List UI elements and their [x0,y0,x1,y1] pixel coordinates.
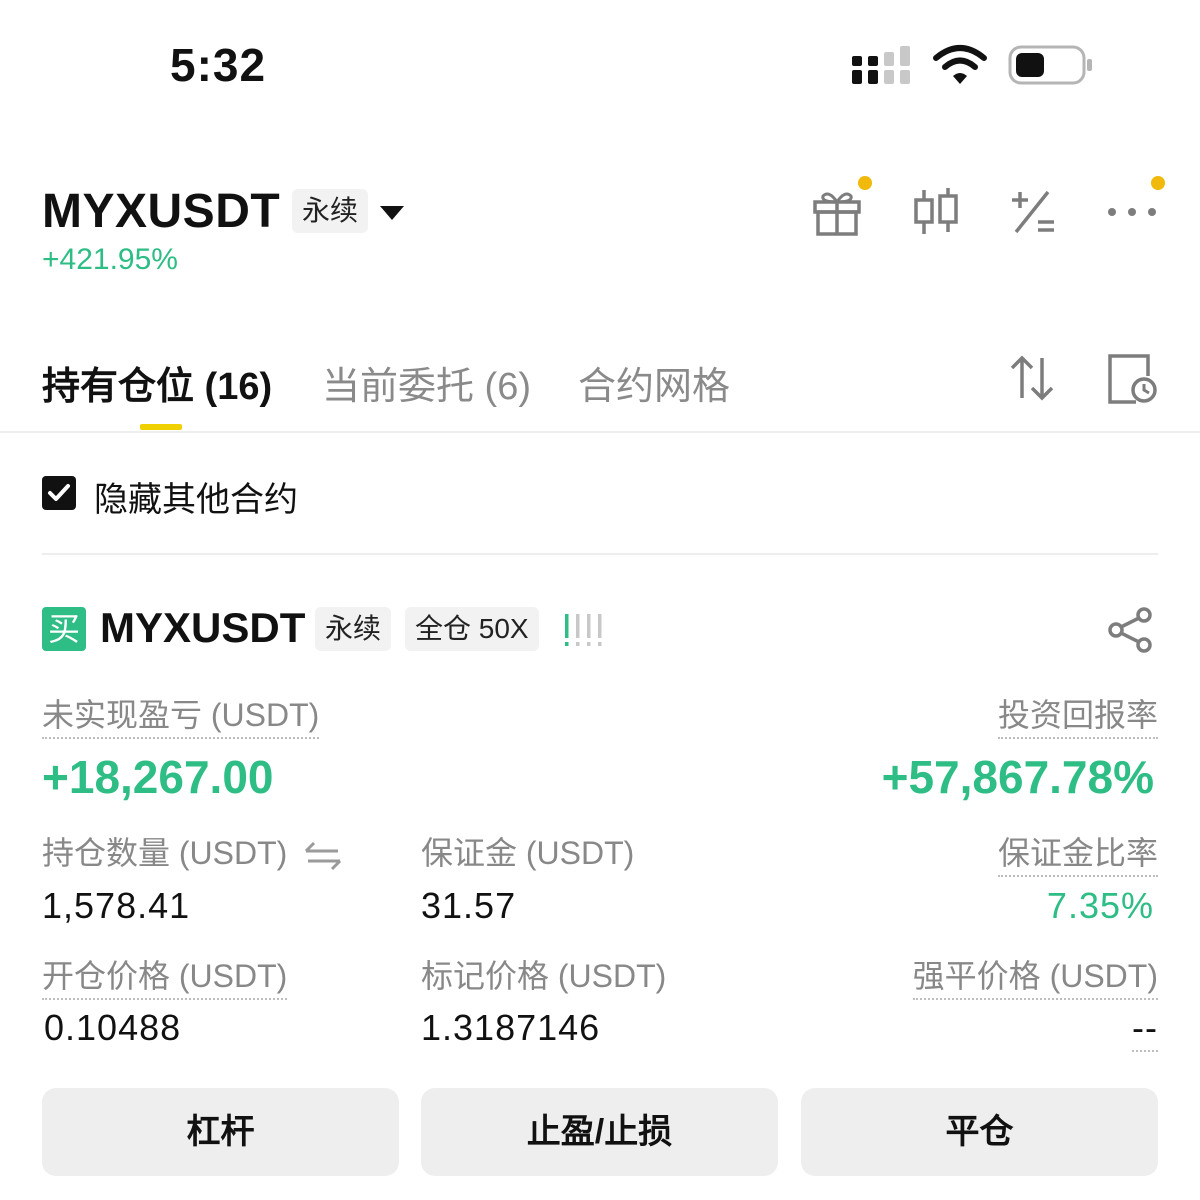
margin-value: 31.57 [421,885,517,926]
active-tab-indicator [140,424,182,430]
section-divider [42,553,1158,555]
unrealized-pnl-label[interactable]: 未实现盈亏 (USDT) [42,695,320,739]
leverage-button[interactable]: 杠杆 [42,1088,399,1176]
status-time: 5:32 [170,39,267,91]
calculator-icon[interactable] [1008,186,1060,238]
side-badge: 买 [42,607,86,651]
gift-icon[interactable] [811,186,863,238]
caret-down-icon[interactable] [378,204,406,222]
roi-label[interactable]: 投资回报率 [997,695,1158,739]
entry-price-label[interactable]: 开仓价格 (USDT) [42,956,288,1000]
wifi-icon [933,45,987,84]
contract-type-tag: 永续 [292,189,369,233]
checkmark-icon [48,484,70,501]
pair-title[interactable]: MYXUSDT [42,184,280,239]
margin-ratio-value: 7.35% [1046,885,1154,926]
size-value: 1,578.41 [42,885,191,926]
price-change: +421.95% [42,243,178,276]
margin-mode-tag[interactable]: 全仓 50X [405,607,539,651]
unrealized-pnl-value: +18,267.00 [42,751,274,803]
margin-label: 保证金 (USDT) [421,835,635,871]
liq-price-label[interactable]: 强平价格 (USDT) [912,956,1158,1000]
swap-icon[interactable] [304,841,342,871]
mark-price-value: 1.3187146 [421,1007,601,1048]
hide-other-label[interactable]: 隐藏其他合约 [94,472,298,521]
tabs-divider [0,431,1200,433]
share-icon[interactable] [1106,606,1154,654]
hide-other-checkbox[interactable] [42,476,76,510]
sort-icon[interactable] [1008,354,1056,402]
close-position-button[interactable]: 平仓 [801,1088,1158,1176]
tab-open-orders[interactable]: 当前委托 (6) [322,355,531,410]
entry-price-value: 0.10488 [44,1007,182,1048]
margin-ratio-label[interactable]: 保证金比率 [997,833,1158,877]
more-notification-dot [1151,176,1165,190]
roi-value: +57,867.78% [881,751,1154,803]
tab-contract-grid[interactable]: 合约网格 [578,355,730,410]
gift-notification-dot [858,176,872,190]
cellular-signal-icon [852,46,910,84]
size-label[interactable]: 持仓数量 (USDT) [42,833,342,873]
size-label-text: 持仓数量 (USDT) [42,835,288,871]
tab-positions[interactable]: 持有仓位 (16) [42,355,272,410]
position-symbol[interactable]: MYXUSDT [100,604,305,652]
candlestick-icon[interactable] [910,186,962,238]
tp-sl-button[interactable]: 止盈/止损 [421,1088,778,1176]
history-icon[interactable] [1106,352,1158,404]
risk-level-icon[interactable] [564,612,604,648]
battery-icon [1008,45,1092,85]
mark-price-label: 标记价格 (USDT) [421,958,667,994]
liq-price-value[interactable]: -- [1132,1006,1158,1052]
position-contract-tag: 永续 [315,607,392,651]
more-icon[interactable] [1106,186,1158,238]
